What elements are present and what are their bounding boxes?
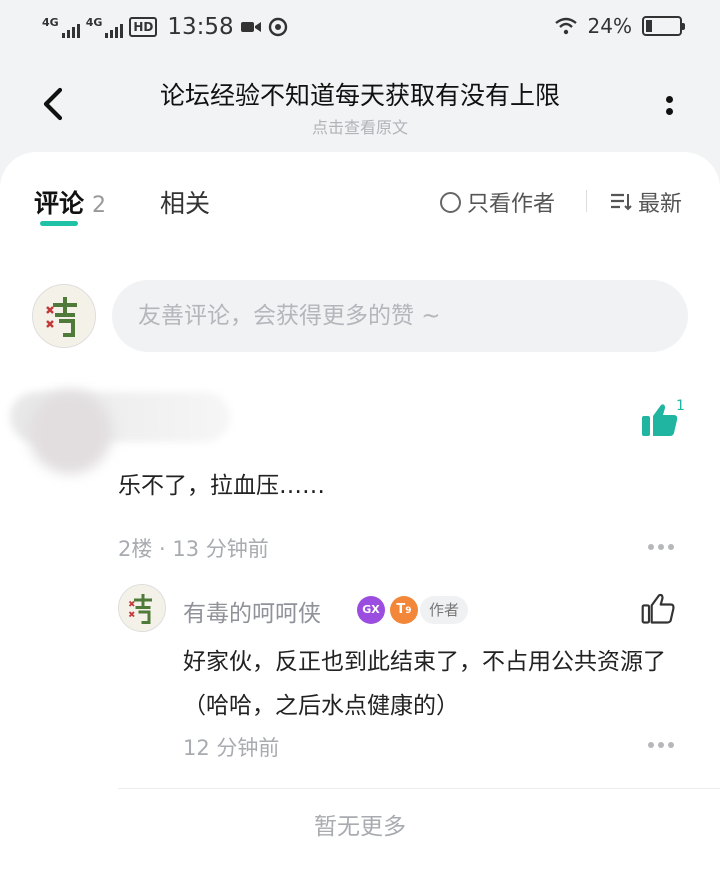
like-count: 1 [676, 398, 685, 414]
sort-toggle[interactable]: 最新 [610, 186, 682, 218]
battery-percent: 24% [587, 14, 632, 38]
video-icon [240, 22, 261, 32]
sync-icon [268, 17, 287, 37]
wifi-icon [554, 17, 577, 35]
page-title[interactable]: 论坛经验不知道每天获取有没有上限 [100, 76, 620, 112]
view-original-link[interactable]: 点击查看原文 [100, 114, 620, 138]
sort-list-icon [611, 193, 632, 211]
radio-circle-icon [440, 191, 461, 213]
status-right: 24% [554, 14, 685, 38]
more-options-icon[interactable] [660, 92, 680, 122]
comment-text: 乐不了，拉血压…… [118, 473, 325, 499]
signal-icon: 4G [42, 16, 80, 38]
battery-icon [642, 16, 685, 36]
reply-time: 12 分钟前 [183, 736, 280, 760]
tab-related[interactable]: 相关 [160, 184, 210, 220]
comment-sheet: 评论2 相关 只看作者 最新 1 乐不了，拉血压…… 2楼 · [0, 152, 720, 869]
blurred-avatar[interactable] [28, 390, 112, 474]
reply-text: 好家伙，反正也到此结束了，不占用公共资源了（哈哈，之后水点健康的） [183, 649, 666, 719]
nav-bar: 论坛经验不知道每天获取有没有上限 点击查看原文 [0, 62, 720, 152]
sort-label: 最新 [638, 192, 683, 217]
author-only-label: 只看作者 [467, 192, 556, 217]
signal-icon-2: 4G [86, 16, 124, 38]
avatar-graphic [119, 585, 165, 631]
author-only-toggle[interactable]: 只看作者 [440, 186, 555, 218]
tab-comments[interactable]: 评论 2 [34, 184, 106, 220]
tab-comments-count: 2 [92, 193, 107, 218]
status-left: 4G 4G HD 13:58 [42, 14, 288, 40]
comment-meta: 2楼 · 13 分钟前 [118, 537, 269, 561]
back-arrow-icon[interactable] [36, 84, 76, 124]
author-tag: 作者 [420, 596, 469, 624]
level-value: 9 [405, 606, 412, 616]
status-bar: 4G 4G HD 13:58 24% [0, 0, 720, 58]
signal-type-label: 4G [42, 16, 59, 29]
level-badge: T9 [390, 596, 418, 624]
reply-avatar[interactable] [118, 584, 166, 632]
no-more-text: 暂无更多 [314, 814, 406, 840]
tab-comments-label: 评论 [34, 189, 85, 218]
signal-type-label-2: 4G [85, 16, 103, 29]
thumbs-up-filled-icon[interactable] [640, 402, 680, 438]
hd-voice-icon: HD [129, 17, 158, 37]
comment-more-icon[interactable] [648, 544, 674, 552]
comment-tabs: 评论 2 相关 只看作者 最新 [0, 182, 720, 232]
reply-username[interactable]: 有毒的呵呵侠 [183, 594, 321, 628]
divider [118, 788, 720, 789]
tab-divider [586, 190, 587, 212]
reply-more-icon[interactable] [648, 742, 674, 750]
status-time: 13:58 [167, 14, 234, 40]
avatar-graphic [33, 285, 95, 347]
thumbs-up-outline-icon[interactable] [640, 592, 676, 626]
my-avatar[interactable] [32, 284, 96, 348]
comment-input[interactable] [112, 280, 688, 352]
game-badge-icon: GX [357, 596, 385, 624]
